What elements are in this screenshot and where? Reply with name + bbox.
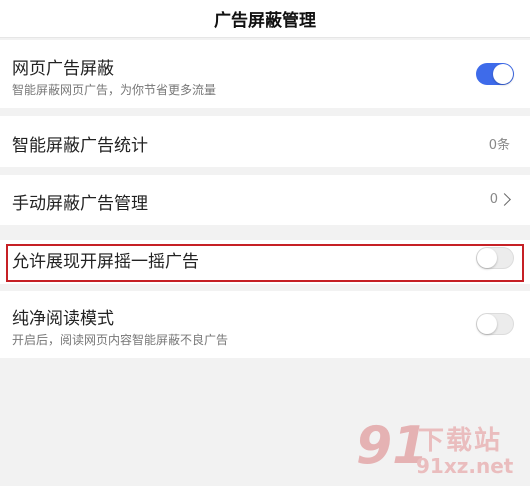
settings-row-manual-block[interactable]: 手动屏蔽广告管理 0 (0, 175, 530, 225)
row-label: 智能屏蔽广告统计 (12, 136, 148, 156)
settings-row-shake-ad: 允许展现开屏摇一摇广告 (0, 240, 530, 284)
row-label: 纯净阅读模式 (12, 309, 114, 329)
shake-ad-toggle[interactable] (476, 247, 514, 269)
chevron-right-icon (498, 193, 511, 206)
watermark-title: 下载站 (418, 426, 503, 456)
row-label: 网页广告屏蔽 (12, 59, 114, 79)
settings-row-ad-stats[interactable]: 智能屏蔽广告统计 0条 (0, 116, 530, 167)
settings-row-pure-reading: 纯净阅读模式 开启后，阅读网页内容智能屏蔽不良广告 (0, 291, 530, 358)
row-description: 智能屏蔽网页广告，为你节省更多流量 (12, 83, 217, 97)
row-label: 允许展现开屏摇一摇广告 (12, 252, 199, 272)
toggle-knob (493, 64, 513, 84)
watermark-domain: 91xz.net (416, 454, 514, 478)
settings-row-web-ad-block: 网页广告屏蔽 智能屏蔽网页广告，为你节省更多流量 (0, 40, 530, 108)
row-description: 开启后，阅读网页内容智能屏蔽不良广告 (12, 333, 229, 347)
web-ad-block-toggle[interactable] (476, 63, 514, 85)
site-watermark-logo: 91 下载站 91xz.net (356, 418, 528, 482)
pure-reading-toggle[interactable] (476, 313, 514, 335)
toggle-knob (477, 248, 497, 268)
toggle-knob (477, 314, 497, 334)
page-title: 广告屏蔽管理 (214, 11, 316, 31)
ad-stats-count: 0条 (488, 138, 510, 153)
page-header: 广告屏蔽管理 (0, 0, 530, 38)
manual-block-count: 0 (489, 192, 498, 207)
row-label: 手动屏蔽广告管理 (12, 194, 148, 214)
